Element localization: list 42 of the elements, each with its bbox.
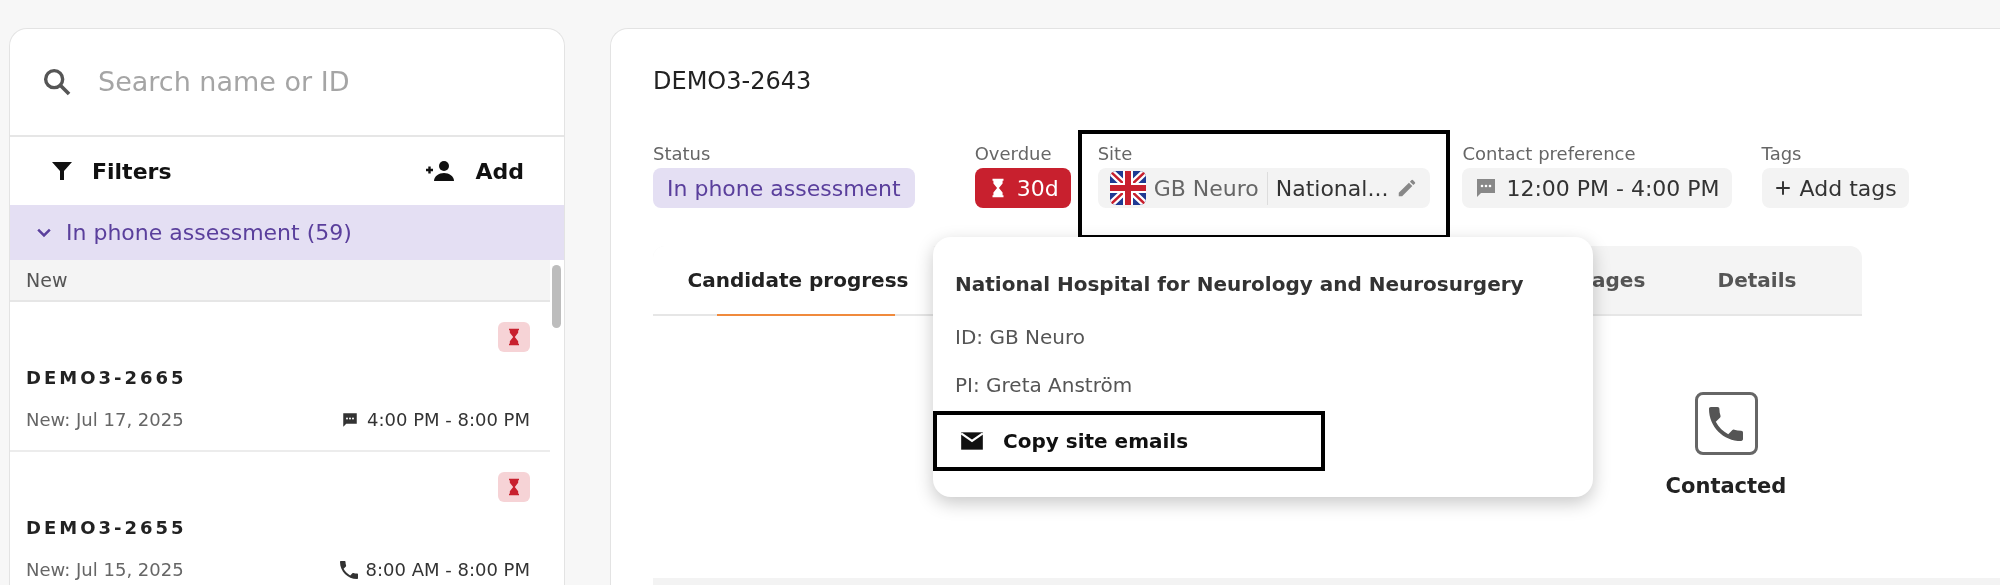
popover-text: ID: GB Neuro — [954, 324, 1086, 351]
candidate-id: DEMO3-2665 — [26, 366, 188, 390]
add-button[interactable]: Add — [425, 154, 524, 188]
candidate-date: New: Jul 17, 2025 — [26, 408, 184, 432]
contact-time: 8:00 AM - 8:00 PM — [365, 558, 530, 582]
contact-time: 12:00 PM - 4:00 PM — [1506, 174, 1720, 203]
section-header: New — [10, 260, 550, 302]
field-label: Contact preference — [1462, 142, 1637, 164]
candidate-date: New: Jul 15, 2025 — [26, 558, 184, 582]
site-chip[interactable]: GB Neuro National... — [1097, 168, 1431, 208]
message-icon — [341, 410, 359, 429]
filter-icon — [50, 159, 74, 183]
field-label: Overdue — [974, 142, 1053, 164]
filters-button[interactable]: Filters — [50, 154, 172, 188]
popover-title: National Hospital for Neurology and Neurosurgery — [954, 271, 1525, 298]
popover-text: PI: Greta Anström — [954, 372, 1134, 399]
status-chip[interactable]: In phone assessment — [653, 168, 915, 208]
flag-icon — [1109, 171, 1146, 205]
site-name: National... — [1275, 174, 1389, 203]
candidate-card[interactable]: DEMO3-2655 New: Jul 15, 2025 8:00 AM - 8:00 PM — [10, 452, 550, 585]
tab[interactable]: Details — [1652, 246, 1862, 314]
plus-icon — [1773, 179, 1792, 197]
overdue-days: 30d — [1016, 171, 1059, 205]
phone-step-icon — [1694, 392, 1758, 455]
add-tags-button[interactable]: Add tags — [1761, 168, 1909, 208]
phone-icon — [339, 560, 358, 579]
field-label: Site — [1097, 142, 1134, 164]
contact-time: 4:00 PM - 8:00 PM — [367, 408, 530, 432]
record-title: DEMO3-2643 — [653, 66, 813, 97]
group-label: In phone assessment (59) — [66, 219, 352, 247]
search-field[interactable]: Search name or ID — [96, 60, 516, 104]
site-id: GB Neuro — [1153, 171, 1268, 205]
group-header[interactable]: In phone assessment (59) — [10, 205, 564, 260]
tab[interactable]: ages — [1592, 246, 1652, 314]
field-label: Tags — [1761, 142, 1803, 164]
field-label: Status — [653, 142, 712, 164]
step-label: Contacted — [1665, 473, 1787, 500]
scrollbar-thumb[interactable] — [552, 265, 561, 328]
copy-emails-button[interactable]: Copy site emails — [933, 411, 1325, 471]
contact-chip[interactable]: 12:00 PM - 4:00 PM — [1462, 168, 1732, 208]
candidate-card[interactable]: DEMO3-2665 New: Jul 17, 2025 4:00 PM - 8:00 PM — [10, 302, 550, 452]
candidate-id: DEMO3-2655 — [26, 516, 188, 540]
